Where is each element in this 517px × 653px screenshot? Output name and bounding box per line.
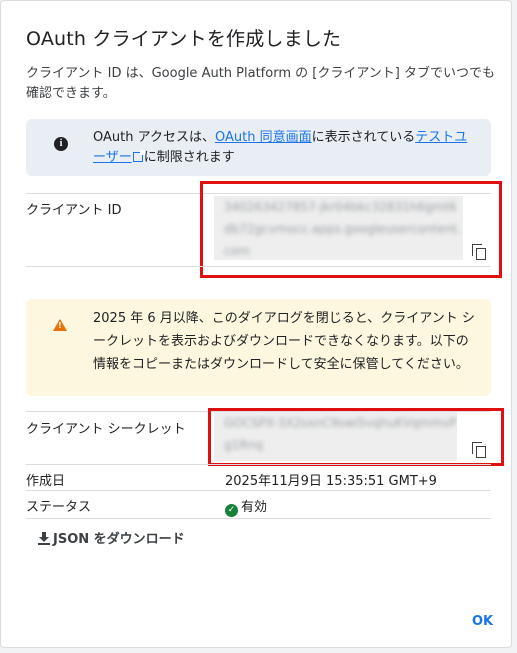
divider: [26, 518, 491, 519]
download-json-button[interactable]: JSON をダウンロード: [38, 528, 185, 547]
divider: [26, 266, 491, 267]
oauth-consent-screen-link[interactable]: OAuth 同意画面: [215, 130, 312, 145]
highlight-box: [208, 408, 504, 466]
info-icon: i: [54, 137, 68, 151]
external-link-icon: [132, 150, 145, 162]
divider: [26, 464, 491, 465]
info-text-part: に制限されます: [143, 150, 235, 165]
created-date-label: 作成日: [26, 474, 66, 489]
status-value: ✓ 有効: [225, 496, 267, 517]
dialog-description: クライアント ID は、Google Auth Platform の [クライア…: [26, 66, 496, 101]
divider: [26, 490, 491, 491]
highlight-box: [200, 181, 502, 278]
oauth-client-created-dialog: OAuth クライアントを作成しました クライアント ID は、Google A…: [0, 0, 512, 648]
warning-icon: !: [53, 319, 67, 331]
status-text: 有効: [241, 500, 268, 515]
status-label: ステータス: [26, 500, 92, 515]
download-json-label: JSON をダウンロード: [53, 532, 185, 547]
client-id-label: クライアント ID: [26, 203, 122, 218]
info-text-part: に表示されている: [311, 130, 416, 145]
client-secret-label: クライアント シークレット: [26, 422, 186, 437]
info-text: OAuth アクセスは、OAuth 同意画面に表示されているテストユーザー に制限…: [93, 128, 478, 168]
download-icon: [38, 532, 50, 545]
created-date-value: 2025年11月9日 15:35:51 GMT+9: [225, 474, 437, 489]
check-circle-icon: ✓: [225, 504, 238, 517]
ok-button[interactable]: OK: [472, 614, 493, 629]
dialog-title: OAuth クライアントを作成しました: [26, 28, 342, 50]
info-text-part: OAuth アクセスは、: [93, 130, 215, 145]
warning-text: 2025 年 6 月以降、このダイアログを閉じると、クライアント シークレットを…: [93, 311, 475, 372]
